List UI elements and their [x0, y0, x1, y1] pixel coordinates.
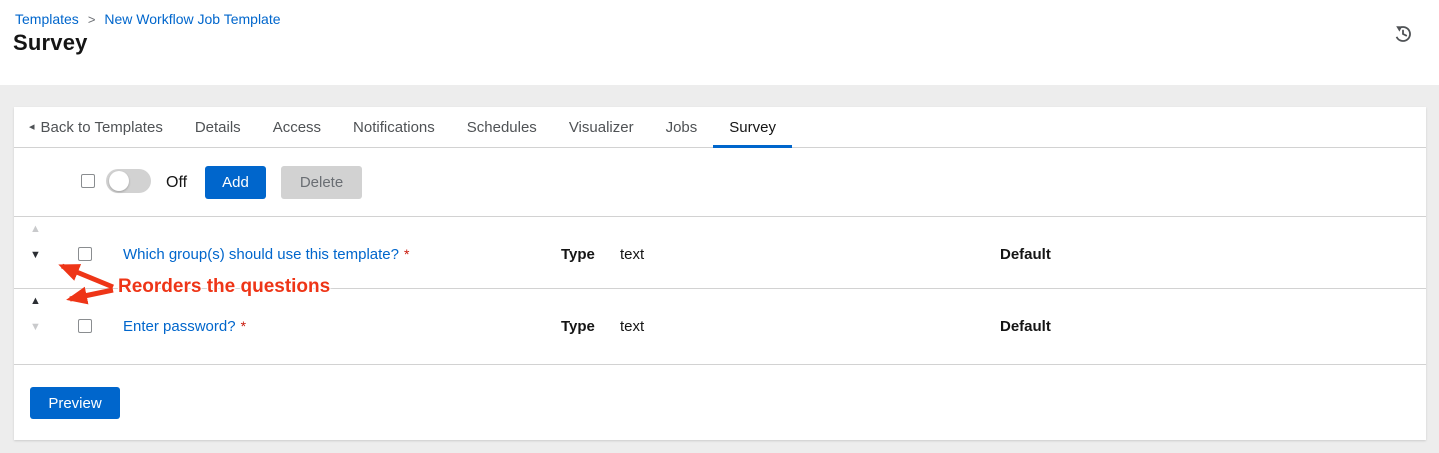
survey-toolbar: Off Add Delete: [14, 148, 1426, 217]
breadcrumb-separator: >: [88, 12, 96, 27]
default-label: Default: [1000, 318, 1051, 335]
tab-back-to-templates[interactable]: ◂ Back to Templates: [29, 107, 179, 147]
tab-details[interactable]: Details: [179, 107, 257, 147]
toggle-state-label: Off: [166, 174, 187, 192]
question-link[interactable]: Enter password? *: [123, 318, 246, 335]
move-up-icon[interactable]: ▲: [30, 294, 46, 308]
tab-bar: ◂ Back to Templates Details Access Notif…: [14, 107, 1426, 148]
survey-card: ◂ Back to Templates Details Access Notif…: [14, 107, 1426, 440]
history-icon-glyph: [1393, 23, 1413, 43]
move-up-icon: ▲: [30, 222, 46, 236]
row-checkbox[interactable]: [78, 247, 92, 261]
survey-question-row: ▲ ▼ Enter password? * Type text Default: [14, 289, 1426, 365]
delete-button: Delete: [281, 166, 362, 199]
required-asterisk: *: [241, 318, 246, 334]
breadcrumb-link-templates[interactable]: Templates: [15, 11, 79, 27]
select-all-checkbox[interactable]: [81, 174, 95, 188]
tab-survey[interactable]: Survey: [713, 107, 792, 147]
content-background: ◂ Back to Templates Details Access Notif…: [0, 85, 1439, 453]
row-checkbox[interactable]: [78, 319, 92, 333]
tab-visualizer[interactable]: Visualizer: [553, 107, 650, 147]
tab-schedules[interactable]: Schedules: [451, 107, 553, 147]
type-label: Type: [561, 246, 595, 263]
move-down-icon: ▼: [30, 320, 46, 334]
preview-button[interactable]: Preview: [30, 387, 120, 419]
toggle-knob: [109, 171, 129, 191]
history-icon[interactable]: [1392, 23, 1414, 45]
breadcrumb: Templates > New Workflow Job Template: [15, 11, 281, 27]
type-label: Type: [561, 318, 595, 335]
card-footer: Preview: [14, 365, 1426, 439]
tab-notifications[interactable]: Notifications: [337, 107, 451, 147]
annotation-label: Reorders the questions: [118, 276, 330, 298]
breadcrumb-link-new-workflow-job-template[interactable]: New Workflow Job Template: [104, 11, 280, 27]
page-title: Survey: [13, 30, 88, 56]
tab-jobs[interactable]: Jobs: [650, 107, 714, 147]
chevron-left-icon: ◂: [29, 122, 35, 133]
type-value: text: [620, 246, 644, 263]
question-link[interactable]: Which group(s) should use this template?…: [123, 246, 409, 263]
tab-back-label: Back to Templates: [41, 119, 163, 136]
question-text: Enter password?: [123, 318, 236, 335]
type-value: text: [620, 318, 644, 335]
required-asterisk: *: [404, 246, 409, 262]
default-label: Default: [1000, 246, 1051, 263]
move-down-icon[interactable]: ▼: [30, 248, 46, 262]
add-button[interactable]: Add: [205, 166, 266, 199]
page-header: Templates > New Workflow Job Template Su…: [0, 0, 1439, 85]
question-text: Which group(s) should use this template?: [123, 246, 399, 263]
survey-enabled-toggle[interactable]: [106, 169, 151, 193]
tab-access[interactable]: Access: [257, 107, 337, 147]
